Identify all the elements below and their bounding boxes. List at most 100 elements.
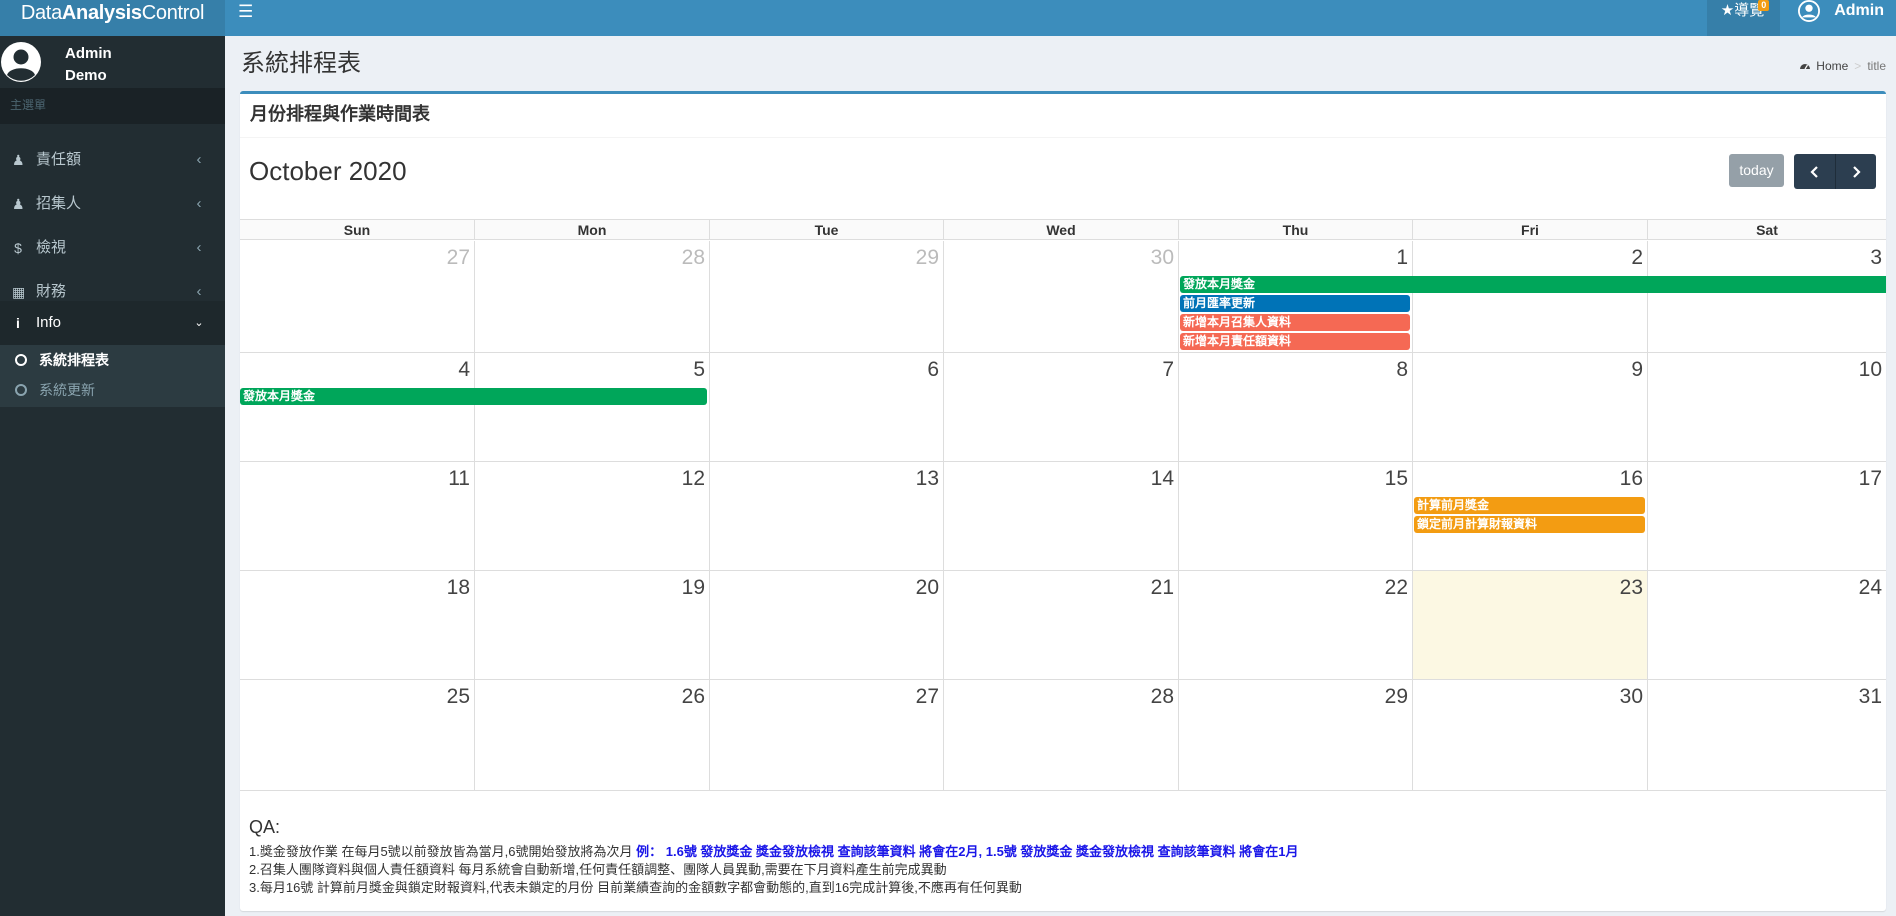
calendar-day[interactable]: 30 — [943, 241, 1178, 352]
qa-line-1-example: 例： 1.6號 發放獎金 獎金發放檢視 查詢該筆資料 將會在2月, 1.5號 發… — [636, 844, 1299, 859]
circle-icon — [15, 384, 27, 396]
chevron-down-icon: ⌄ — [194, 317, 204, 329]
chevron-right-icon — [1853, 165, 1861, 178]
calendar-day[interactable]: 10 — [1647, 353, 1886, 461]
day-number: 25 — [446, 685, 470, 708]
sidebar-item-convener[interactable]: ♟ 招集人 ‹ — [0, 182, 225, 226]
calendar-day[interactable]: 18 — [240, 571, 474, 679]
sidebar-item-quota[interactable]: ♟ 責任額 ‹ — [0, 138, 225, 182]
calendar-day[interactable]: 19 — [474, 571, 709, 679]
dow-thu: Thu — [1178, 220, 1412, 240]
day-number: 4 — [458, 358, 470, 381]
today-button[interactable]: today — [1729, 154, 1784, 187]
calendar-event[interactable]: 計算前月獎金 — [1414, 497, 1645, 514]
sidebar-item-label: Info — [36, 314, 62, 331]
calendar-week-row: 25 26 27 28 29 30 31 — [240, 680, 1886, 791]
day-number: 31 — [1858, 685, 1882, 708]
calendar-day[interactable]: 2 — [1412, 241, 1647, 352]
sidebar-item-label: 檢視 — [36, 239, 67, 256]
chevron-left-icon: ‹ — [196, 195, 202, 212]
qa-line-2: 2.召集人團隊資料與個人責任額資料 每月系統會自動新增,任何責任額調整、團隊人員… — [249, 862, 947, 877]
calendar-event[interactable]: 前月匯率更新 — [1180, 295, 1410, 312]
calendar-day[interactable]: 22 — [1178, 571, 1412, 679]
user-avatar — [1, 42, 41, 82]
calendar-day[interactable]: 20 — [709, 571, 943, 679]
day-number: 5 — [693, 358, 705, 381]
calendar-day[interactable]: 27 — [709, 680, 943, 790]
person-icon: ♟ — [12, 196, 25, 212]
dow-sun: Sun — [343, 222, 371, 238]
calendar-day[interactable]: 13 — [709, 462, 943, 570]
day-number: 16 — [1619, 467, 1643, 490]
sidebar-user-role: Demo — [65, 67, 107, 84]
calendar-day[interactable]: 14 — [943, 462, 1178, 570]
day-number: 29 — [1384, 685, 1408, 708]
menu-header: 主選單 — [0, 88, 225, 124]
star-icon: ★ — [1720, 2, 1735, 19]
calendar-day[interactable]: 3 — [1647, 241, 1886, 352]
calendar-day[interactable]: 11 — [240, 462, 474, 570]
calendar-event[interactable]: 新增本月召集人資料 — [1180, 314, 1410, 331]
qa-line-3: 3.每月16號 計算前月獎金與鎖定財報資料,代表未鎖定的月份 目前業績查詢的金額… — [249, 880, 1022, 895]
month-nav-group — [1794, 154, 1876, 189]
next-month-button[interactable] — [1835, 154, 1876, 189]
calendar-day[interactable]: 29 — [1178, 680, 1412, 790]
day-number: 18 — [446, 576, 470, 599]
calendar-day[interactable]: 27 — [240, 241, 474, 352]
calendar-event[interactable]: 發放本月獎金 — [1180, 276, 1886, 293]
subitem-label: 系統排程表 — [39, 352, 109, 368]
calendar-day[interactable]: 6 — [709, 353, 943, 461]
sidebar-item-review[interactable]: $ 檢視 ‹ — [0, 226, 225, 270]
day-number: 27 — [446, 246, 470, 269]
sidebar-item-info[interactable]: i Info ⌄ — [0, 301, 225, 345]
calendar-day[interactable]: 12 — [474, 462, 709, 570]
calendar-day[interactable]: 17 — [1647, 462, 1886, 570]
guide-button[interactable]: ★導覽 0 — [1706, 0, 1781, 36]
calendar-day[interactable]: 15 — [1178, 462, 1412, 570]
calendar-day[interactable]: 7 — [943, 353, 1178, 461]
sidebar-toggle-icon[interactable]: ☰ — [238, 2, 253, 22]
day-number: 15 — [1384, 467, 1408, 490]
day-number: 7 — [1162, 358, 1174, 381]
top-navbar: DataAnalysisControl ☰ ★導覽 0 Admin — [0, 0, 1896, 36]
calendar-week-row: 27 28 29 30 1 2 3 — [240, 241, 1886, 353]
calendar-day-today[interactable]: 23 — [1412, 571, 1647, 679]
person-icon: ♟ — [12, 152, 25, 168]
day-number: 27 — [915, 685, 939, 708]
sidebar-subitem-updates[interactable]: 系統更新 — [0, 375, 225, 405]
calendar-event[interactable]: 發放本月獎金 — [240, 388, 707, 405]
day-number: 30 — [1619, 685, 1643, 708]
calendar-day[interactable]: 30 — [1412, 680, 1647, 790]
page-title: 系統排程表 — [241, 50, 361, 77]
app-logo[interactable]: DataAnalysisControl — [0, 0, 225, 36]
day-number: 20 — [915, 576, 939, 599]
breadcrumb: Home > title — [1799, 58, 1886, 74]
user-panel: Admin Demo — [0, 36, 225, 88]
dollar-icon: $ — [14, 240, 22, 256]
calendar-day[interactable]: 25 — [240, 680, 474, 790]
calendar-event[interactable]: 鎖定前月計算財報資料 — [1414, 516, 1645, 533]
calendar-day[interactable]: 9 — [1412, 353, 1647, 461]
user-menu[interactable]: Admin — [1780, 0, 1896, 36]
calendar-day[interactable]: 28 — [943, 680, 1178, 790]
calendar-event[interactable]: 新增本月責任額資料 — [1180, 333, 1410, 350]
calendar-day[interactable]: 28 — [474, 241, 709, 352]
breadcrumb-home[interactable]: Home — [1816, 58, 1848, 74]
prev-month-button[interactable] — [1794, 154, 1835, 189]
calendar-day[interactable]: 24 — [1647, 571, 1886, 679]
calendar-day[interactable]: 31 — [1647, 680, 1886, 790]
calendar-day[interactable]: 5 — [474, 353, 709, 461]
calendar-week-row: 18 19 20 21 22 23 24 — [240, 571, 1886, 680]
sidebar-item-label: 招集人 — [36, 195, 82, 212]
calendar-day[interactable]: 21 — [943, 571, 1178, 679]
day-number: 2 — [1631, 246, 1643, 269]
qa-line-1-text: 1.獎金發放作業 在每月5號以前發放皆為當月,6號開始發放將為次月 — [249, 844, 637, 859]
calendar-day[interactable]: 29 — [709, 241, 943, 352]
sidebar-subitem-schedule[interactable]: 系統排程表 — [0, 345, 225, 375]
day-number: 12 — [681, 467, 705, 490]
subitem-label: 系統更新 — [39, 382, 95, 398]
calendar-day[interactable]: 26 — [474, 680, 709, 790]
calendar-day[interactable]: 4 — [240, 353, 474, 461]
calendar-day[interactable]: 8 — [1178, 353, 1412, 461]
divider — [240, 137, 1886, 138]
